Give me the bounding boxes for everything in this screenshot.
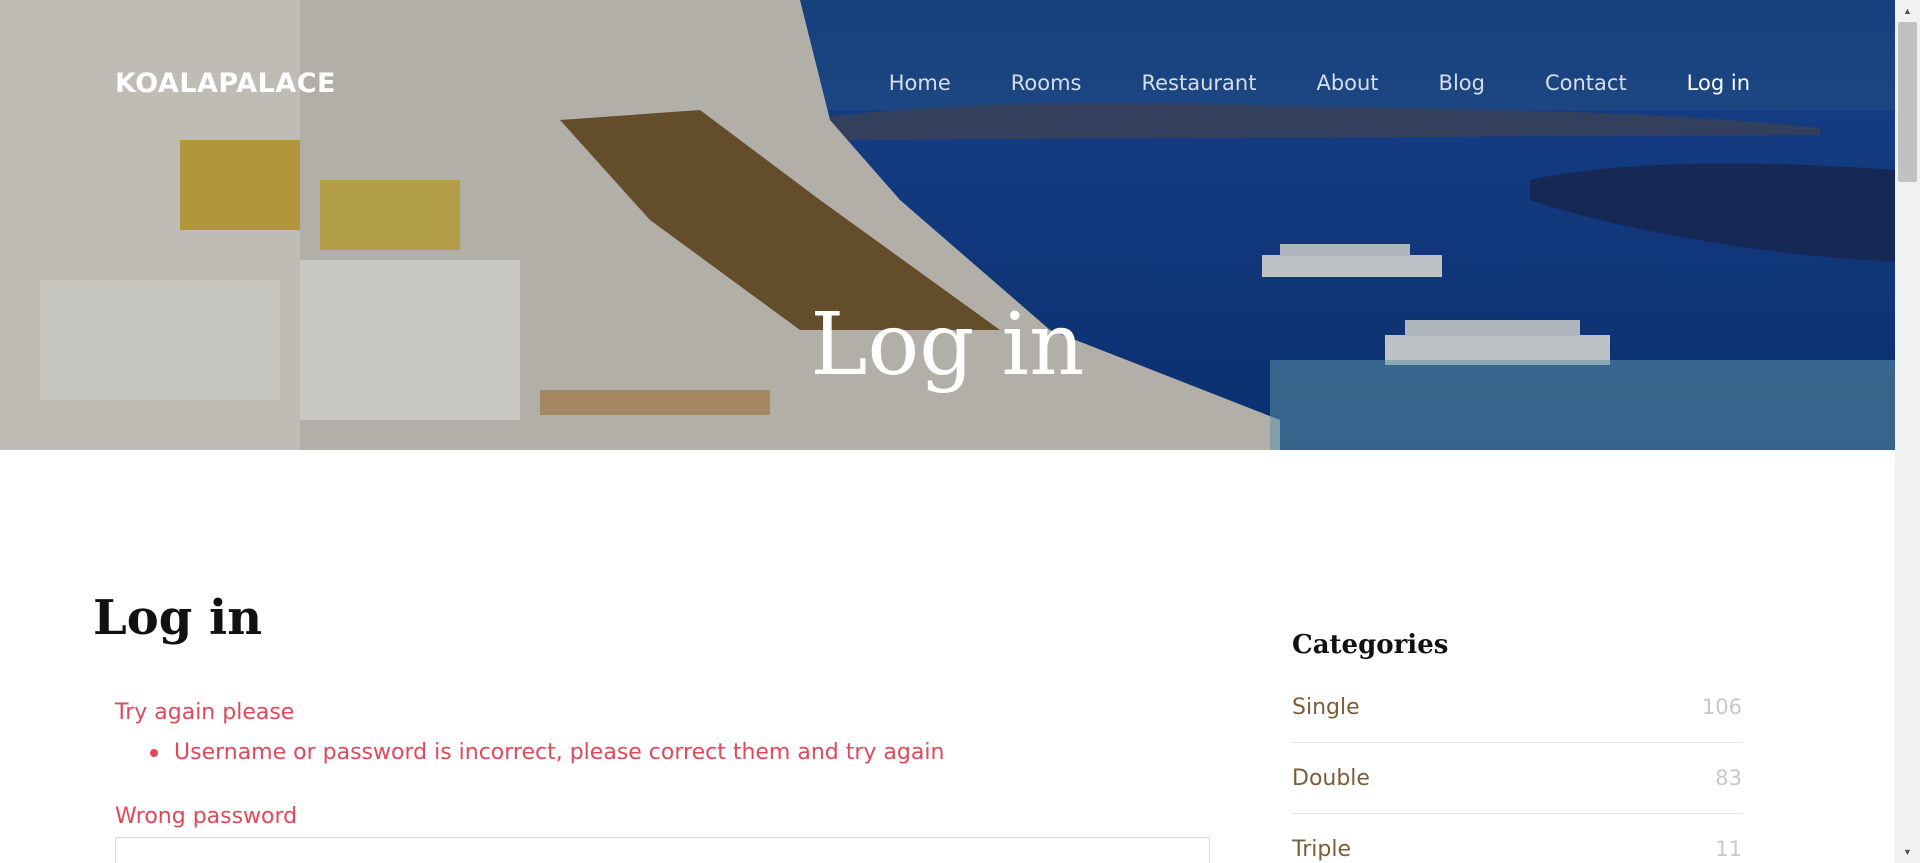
category-name[interactable]: Single xyxy=(1292,695,1360,720)
category-count: 83 xyxy=(1715,766,1742,790)
hero-banner: KOALAPALACE Home Rooms Restaurant About … xyxy=(0,0,1895,450)
nav-home[interactable]: Home xyxy=(889,71,951,95)
hero-title: Log in xyxy=(810,295,1085,395)
site-logo[interactable]: KOALAPALACE xyxy=(115,68,336,99)
category-count: 106 xyxy=(1701,695,1742,719)
main-content: Log in Try again please Username or pass… xyxy=(0,450,1895,863)
page-scrollbar[interactable]: ▲ ▼ xyxy=(1895,0,1920,863)
scroll-up-icon[interactable]: ▲ xyxy=(1895,6,1920,16)
error-message: Username or password is incorrect, pleas… xyxy=(174,740,945,765)
nav-about[interactable]: About xyxy=(1316,71,1378,95)
nav-login[interactable]: Log in xyxy=(1687,71,1750,95)
category-item-double[interactable]: Double 83 xyxy=(1292,743,1742,814)
nav-contact[interactable]: Contact xyxy=(1545,71,1627,95)
categories-list: Single 106 Double 83 Triple 11 xyxy=(1292,672,1742,863)
nav-rooms[interactable]: Rooms xyxy=(1011,71,1082,95)
category-item-single[interactable]: Single 106 xyxy=(1292,672,1742,743)
error-title: Try again please xyxy=(115,700,295,725)
error-list-item: Username or password is incorrect, pleas… xyxy=(150,740,944,765)
category-count: 11 xyxy=(1715,837,1742,861)
bullet-icon xyxy=(150,748,158,757)
categories-title: Categories xyxy=(1292,630,1449,660)
scroll-down-icon[interactable]: ▼ xyxy=(1895,847,1920,857)
page-title: Log in xyxy=(93,590,263,646)
category-name[interactable]: Triple xyxy=(1292,837,1351,862)
nav-restaurant[interactable]: Restaurant xyxy=(1141,71,1256,95)
password-field[interactable] xyxy=(115,837,1210,863)
password-error-label: Wrong password xyxy=(115,804,298,829)
nav-blog[interactable]: Blog xyxy=(1439,71,1485,95)
scrollbar-thumb[interactable] xyxy=(1898,22,1917,182)
category-item-triple[interactable]: Triple 11 xyxy=(1292,814,1742,863)
main-nav: Home Rooms Restaurant About Blog Contact… xyxy=(889,71,1750,95)
category-name[interactable]: Double xyxy=(1292,766,1370,791)
